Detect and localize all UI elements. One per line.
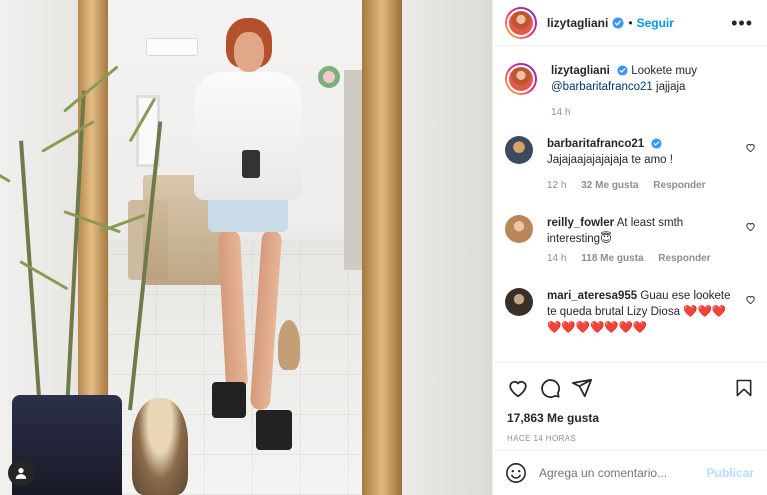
post-timestamp[interactable]: HACE 14 HORAS — [507, 434, 754, 443]
commenter-avatar[interactable] — [505, 215, 533, 243]
comment-icon[interactable] — [539, 377, 561, 399]
yorkshire-dog — [132, 398, 188, 495]
emoji-icon[interactable] — [505, 462, 527, 484]
mirror-frame-right — [362, 0, 402, 495]
post-actions: 17,863 Me gusta HACE 14 HORAS — [493, 362, 767, 443]
comment-time[interactable]: 12 h — [547, 180, 566, 191]
author-username[interactable]: lizytagliani — [547, 16, 608, 30]
caption-text: lizytagliani Lookete muy @barbaritafranc… — [551, 63, 738, 95]
caption-username[interactable]: lizytagliani — [551, 65, 610, 77]
comment-like-heart-icon[interactable] — [745, 221, 756, 232]
caption-time[interactable]: 14 h — [551, 107, 570, 118]
user-tag-icon[interactable] — [8, 460, 34, 486]
verified-badge-icon — [617, 65, 628, 76]
reply-button[interactable]: Responder — [658, 253, 710, 264]
white-shirt — [194, 72, 302, 200]
comment-likes[interactable]: 32 Me gusta — [581, 180, 638, 191]
caption-body: Lookete muy — [631, 65, 698, 77]
follow-button[interactable]: Seguir — [637, 16, 674, 30]
comment-username[interactable]: barbaritafranco21 — [547, 138, 644, 150]
likes-count[interactable]: 17,863 Me gusta — [507, 411, 754, 425]
leg-left — [217, 229, 249, 391]
comment-text: Jajajaajajajajaja te amo ! — [547, 154, 673, 166]
photo-wall-right — [400, 0, 492, 495]
cat — [278, 320, 300, 370]
comment-like-heart-icon[interactable] — [745, 142, 756, 153]
comment-time[interactable]: 14 h — [547, 253, 566, 264]
separator-dot: • — [628, 15, 633, 30]
post-header: lizytagliani • Seguir ••• — [493, 0, 767, 46]
phone-in-hand — [242, 150, 260, 178]
commenter-avatar[interactable] — [505, 288, 533, 316]
reply-button[interactable]: Responder — [653, 180, 705, 191]
caption-avatar[interactable] — [505, 63, 537, 95]
comment-input[interactable] — [539, 466, 707, 480]
caption-body-end: jajjaja — [652, 81, 686, 93]
comments-list[interactable]: lizytagliani Lookete muy @barbaritafranc… — [493, 47, 767, 362]
person-figure — [178, 10, 318, 470]
comment-composer: Publicar — [493, 450, 767, 495]
shoe-right — [256, 410, 292, 450]
author-avatar[interactable] — [505, 6, 537, 39]
commenter-avatar[interactable] — [505, 136, 533, 164]
share-icon[interactable] — [571, 377, 593, 399]
leg-right — [249, 229, 283, 411]
more-options-icon[interactable]: ••• — [731, 14, 753, 32]
verified-badge-icon — [612, 17, 624, 28]
comment-username[interactable]: mari_ateresa955 — [547, 290, 637, 302]
wall-wreath — [318, 66, 340, 88]
comment-item: reilly_fowler At least smth interesting😇… — [505, 215, 756, 264]
comment-like-heart-icon[interactable] — [745, 294, 756, 305]
comment-username[interactable]: reilly_fowler — [547, 217, 614, 229]
comment-likes[interactable]: 118 Me gusta — [581, 253, 643, 264]
bookmark-icon[interactable] — [734, 378, 754, 398]
cabinet — [344, 70, 362, 270]
caption-mention[interactable]: @barbaritafranco21 — [551, 81, 653, 93]
verified-badge-icon — [651, 138, 662, 149]
comment-item: mari_ateresa955 Guau ese lookete te qued… — [505, 288, 756, 336]
comment-item: barbaritafranco21 Jajajaajajajajaja te a… — [505, 136, 756, 191]
post-sidebar: lizytagliani • Seguir ••• lizytagliani L… — [492, 0, 767, 495]
caption: lizytagliani Lookete muy @barbaritafranc… — [505, 63, 756, 118]
heart-icon[interactable] — [507, 377, 529, 399]
shoe-left — [212, 382, 246, 418]
post-photo[interactable] — [0, 0, 492, 495]
publish-button[interactable]: Publicar — [707, 466, 754, 480]
face — [234, 32, 264, 72]
